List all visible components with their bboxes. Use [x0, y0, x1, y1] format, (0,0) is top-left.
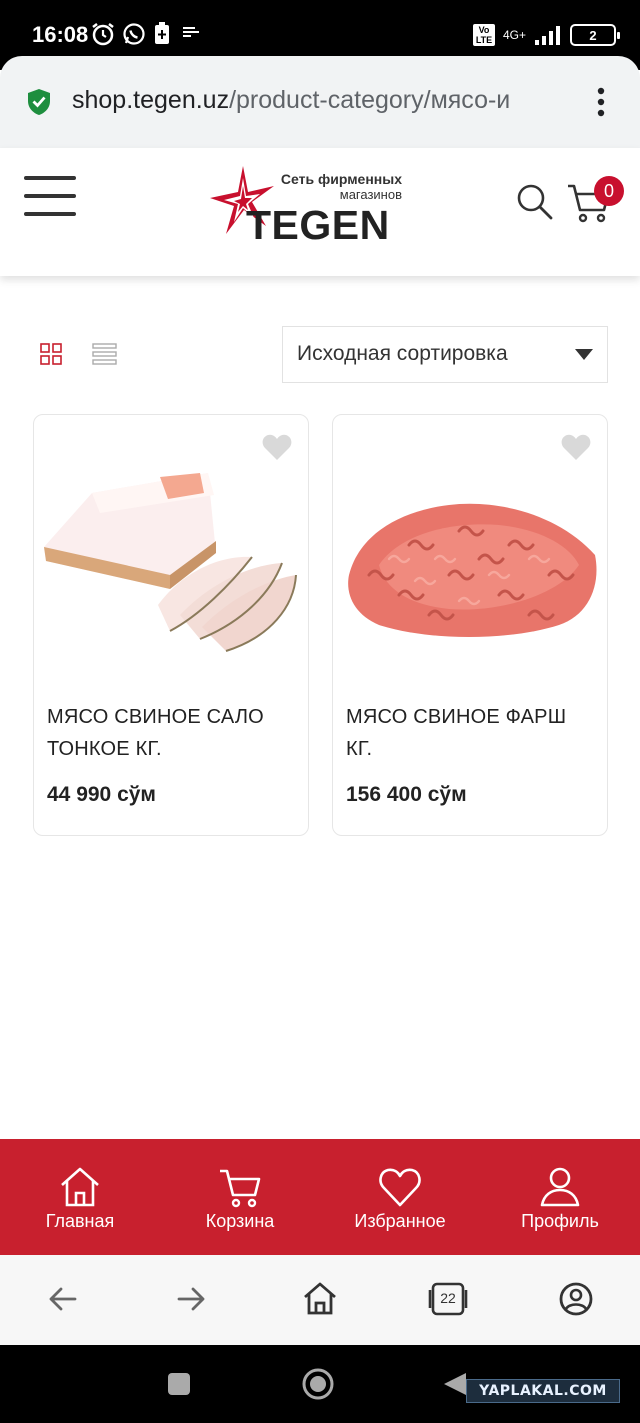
product-name-line1: МЯСО СВИНОЕ ФАРШ [346, 706, 567, 728]
product-name[interactable]: МЯСО СВИНОЕ САЛО ТОНКОЕ КГ. [47, 701, 297, 765]
nav-item-favorites[interactable]: Избранное [320, 1139, 480, 1255]
browser-home-icon[interactable] [302, 1281, 338, 1317]
product-card[interactable]: МЯСО СВИНОЕ ФАРШ КГ. 156 400 сўм [332, 414, 608, 836]
pork-fat-image[interactable] [40, 455, 304, 665]
product-price: 44 990 сўм [47, 783, 156, 806]
product-name-line2: КГ. [346, 738, 373, 760]
watermark: YAPLAKAL.COM [466, 1379, 620, 1403]
nav-label: Главная [45, 1211, 115, 1231]
nav-item-cart[interactable]: Корзина [160, 1139, 320, 1255]
nav-label: Корзина [205, 1211, 275, 1231]
account-icon[interactable] [558, 1281, 594, 1317]
url-host: shop.tegen.uz [72, 86, 230, 114]
hamburger-menu-icon[interactable] [24, 175, 78, 217]
volte-badge: Vo LTE [472, 24, 495, 46]
logo-name: TEGEN [246, 202, 390, 248]
forward-arrow-icon[interactable] [173, 1281, 209, 1317]
home-icon [61, 1167, 99, 1207]
site-header: Сеть фирменных магазинов TEGEN 0 [0, 148, 640, 276]
product-name-line1: МЯСО СВИНОЕ САЛО [47, 706, 264, 728]
secure-shield-icon[interactable] [26, 88, 52, 116]
back-arrow-icon[interactable] [45, 1281, 81, 1317]
alarm-icon [92, 23, 114, 46]
nav-label: Избранное [354, 1211, 446, 1231]
url-path: /product-category/мясо-и [229, 86, 511, 114]
tegen-logo[interactable]: Сеть фирменных магазинов TEGEN [208, 162, 408, 248]
nav-item-profile[interactable]: Профиль [480, 1139, 640, 1255]
nav-item-home[interactable]: Главная [0, 1139, 160, 1255]
address-bar[interactable]: shop.tegen.uz/product-category/мясо-и [0, 56, 640, 148]
recents-square-icon[interactable] [168, 1373, 190, 1395]
cart-count-badge[interactable]: 0 [594, 176, 624, 206]
whatsapp-icon [123, 23, 145, 45]
grid-view-icon[interactable] [40, 343, 62, 365]
status-right: Vo LTE 4G+ 2 [472, 20, 620, 50]
product-name-line2: ТОНКОЕ КГ. [47, 738, 162, 760]
product-name[interactable]: МЯСО СВИНОЕ ФАРШ КГ. [346, 701, 596, 765]
tab-count: 22 [440, 1290, 456, 1306]
battery-saver-icon [155, 22, 169, 44]
sort-dropdown[interactable]: Исходная сортировка [282, 326, 608, 383]
list-view-icon[interactable] [92, 343, 117, 365]
signal-icon [535, 26, 560, 45]
cart-icon [220, 1169, 261, 1208]
minced-pork-image[interactable] [339, 455, 603, 665]
user-icon [540, 1167, 580, 1207]
network-type: 4G+ [502, 28, 526, 42]
nav-label: Профиль [521, 1211, 599, 1231]
battery-indicator: 2 [570, 24, 620, 46]
heart-icon [379, 1168, 421, 1207]
menu-dots-icon[interactable] [592, 86, 610, 118]
browser-toolbar: 22 [0, 1255, 640, 1345]
product-card[interactable]: МЯСО СВИНОЕ САЛО ТОНКОЕ КГ. 44 990 сўм [33, 414, 309, 836]
battery-level: 2 [589, 27, 597, 43]
back-triangle-icon[interactable] [442, 1371, 468, 1397]
tabs-button[interactable]: 22 [428, 1281, 468, 1317]
status-time: 16:08 [32, 22, 89, 47]
url-field[interactable]: shop.tegen.uz/product-category/мясо-и [72, 86, 566, 115]
chevron-down-icon [575, 349, 593, 360]
logo-tagline-line1: Сеть фирменных [280, 171, 402, 187]
logo-tagline-line2: магазинов [339, 187, 402, 202]
bottom-nav: Главная Корзина Избранное Профиль [0, 1139, 640, 1255]
search-icon[interactable] [514, 182, 554, 222]
sort-selected-value: Исходная сортировка [297, 342, 508, 365]
system-nav-bar: YAPLAKAL.COM [0, 1345, 640, 1423]
product-price: 156 400 сўм [346, 783, 467, 806]
notification-icon [183, 27, 199, 37]
home-circle-icon[interactable] [301, 1367, 335, 1401]
